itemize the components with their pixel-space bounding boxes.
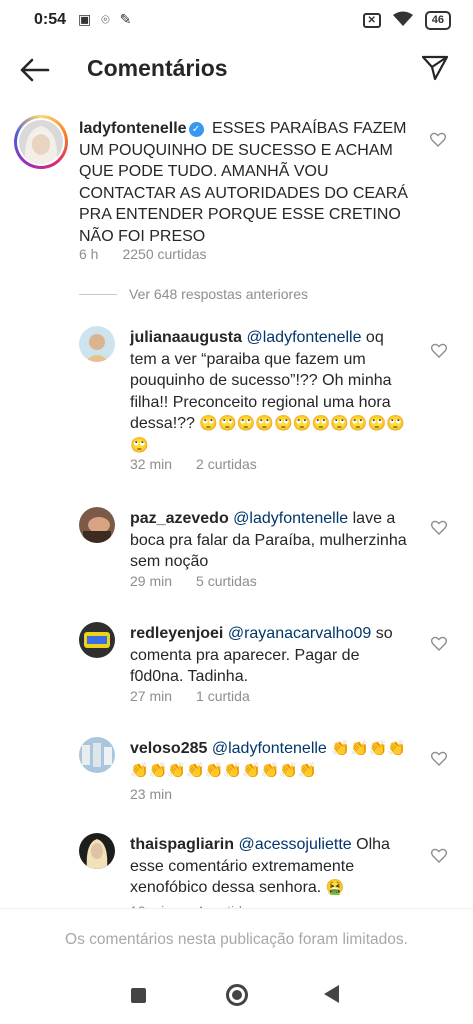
reply-avatar[interactable] <box>79 622 115 658</box>
reply-body: julianaaugusta @ladyfontenelle oq tem a … <box>130 327 413 456</box>
reply-meta: 23 min <box>130 786 172 802</box>
status-time: 0:54 <box>34 11 67 28</box>
reply-mention[interactable]: @rayanacarvalho09 <box>228 625 371 642</box>
reply-likes[interactable]: 5 curtidas <box>196 573 257 589</box>
profile-photo <box>19 120 63 164</box>
view-previous-replies[interactable]: Ver 648 respostas anteriores <box>79 286 308 302</box>
no-sim-icon: ✕ <box>362 13 381 28</box>
wifi-icon <box>392 11 413 30</box>
reply-avatar[interactable] <box>79 507 115 543</box>
reply-time: 32 min <box>130 456 173 472</box>
like-heart-icon[interactable] <box>431 848 447 863</box>
recent-apps-icon[interactable] <box>131 988 146 1003</box>
reply-emojis: 🤮 <box>325 878 345 896</box>
verified-badge-icon: ✓ <box>188 122 204 137</box>
home-icon[interactable] <box>226 984 248 1006</box>
reply-username[interactable]: redleyenjoei <box>130 625 223 642</box>
status-bar: 0:54 ▣ ⌾ ✎ ✕ 46 <box>0 0 473 42</box>
app-notification-icon: ▣ <box>78 11 92 27</box>
reply-mention[interactable]: @ladyfontenelle <box>233 510 348 527</box>
like-heart-icon[interactable] <box>431 751 447 766</box>
reply-time: 23 min <box>130 786 173 802</box>
back-triangle-icon[interactable] <box>324 985 339 1003</box>
reply-avatar[interactable] <box>79 737 115 773</box>
like-heart-icon[interactable] <box>430 132 446 147</box>
caption-text: ESSES PARAÍBAS FAZEM UM POUQUINHO DE SUC… <box>79 120 408 245</box>
view-previous-label: Ver 648 respostas anteriores <box>129 286 308 302</box>
reply-avatar[interactable] <box>79 833 115 869</box>
caption-body: ladyfontenelle ✓ ESSES PARAÍBAS FAZEM UM … <box>79 118 419 248</box>
reply-time: 29 min <box>130 573 173 589</box>
reply-meta: 29 min 5 curtidas <box>130 573 257 589</box>
comments-limited-text: Os comentários nesta publicação foram li… <box>65 930 408 948</box>
wrench-icon: ✎ <box>119 11 132 27</box>
like-heart-icon[interactable] <box>431 636 447 651</box>
status-system-icons: ✕ 46 <box>362 11 451 30</box>
reply-body: redleyenjoei @rayanacarvalho09 so coment… <box>130 623 413 688</box>
reply-meta: 32 min 2 curtidas <box>130 456 257 472</box>
like-heart-icon[interactable] <box>431 520 447 535</box>
send-icon[interactable] <box>421 54 449 82</box>
caption-username[interactable]: ladyfontenelle <box>79 120 187 137</box>
back-arrow-icon[interactable] <box>18 56 50 84</box>
reply-username[interactable]: paz_azevedo <box>130 510 229 527</box>
caption-avatar[interactable] <box>14 115 68 169</box>
reply-mention[interactable]: @acessojuliette <box>238 836 351 853</box>
reply-body: paz_azevedo @ladyfontenelle lave a boca … <box>130 508 413 573</box>
reply-body: thaispagliarin @acessojuliette Olha esse… <box>130 834 413 899</box>
reply-username[interactable]: veloso285 <box>130 740 207 757</box>
caption-meta: 6 h 2250 curtidas <box>79 246 207 262</box>
battery-icon: 46 <box>424 11 451 30</box>
caption-time: 6 h <box>79 246 99 262</box>
reply-likes[interactable]: 2 curtidas <box>196 456 257 472</box>
reply-meta: 27 min 1 curtida <box>130 688 250 704</box>
like-heart-icon[interactable] <box>431 343 447 358</box>
reply-mention[interactable]: @ladyfontenelle <box>212 740 327 757</box>
location-icon: ⌾ <box>101 11 110 27</box>
status-notification-icons: ▣ ⌾ ✎ <box>78 11 131 28</box>
reply-body: veloso285 @ladyfontenelle 👏👏👏👏👏👏👏👏👏👏👏👏👏👏 <box>130 738 413 781</box>
reply-likes[interactable]: 1 curtida <box>196 688 250 704</box>
reply-time: 27 min <box>130 688 173 704</box>
divider-line <box>79 293 117 295</box>
reply-username[interactable]: julianaaugusta <box>130 329 242 346</box>
system-nav-bar <box>0 970 473 1024</box>
reply-username[interactable]: thaispagliarin <box>130 836 234 853</box>
comments-limited-banner: Os comentários nesta publicação foram li… <box>0 908 473 970</box>
reply-mention[interactable]: @ladyfontenelle <box>246 329 361 346</box>
page-title: Comentários <box>87 55 228 81</box>
caption-likes[interactable]: 2250 curtidas <box>122 246 206 262</box>
app-header: Comentários <box>0 42 473 98</box>
reply-avatar[interactable] <box>79 326 115 362</box>
